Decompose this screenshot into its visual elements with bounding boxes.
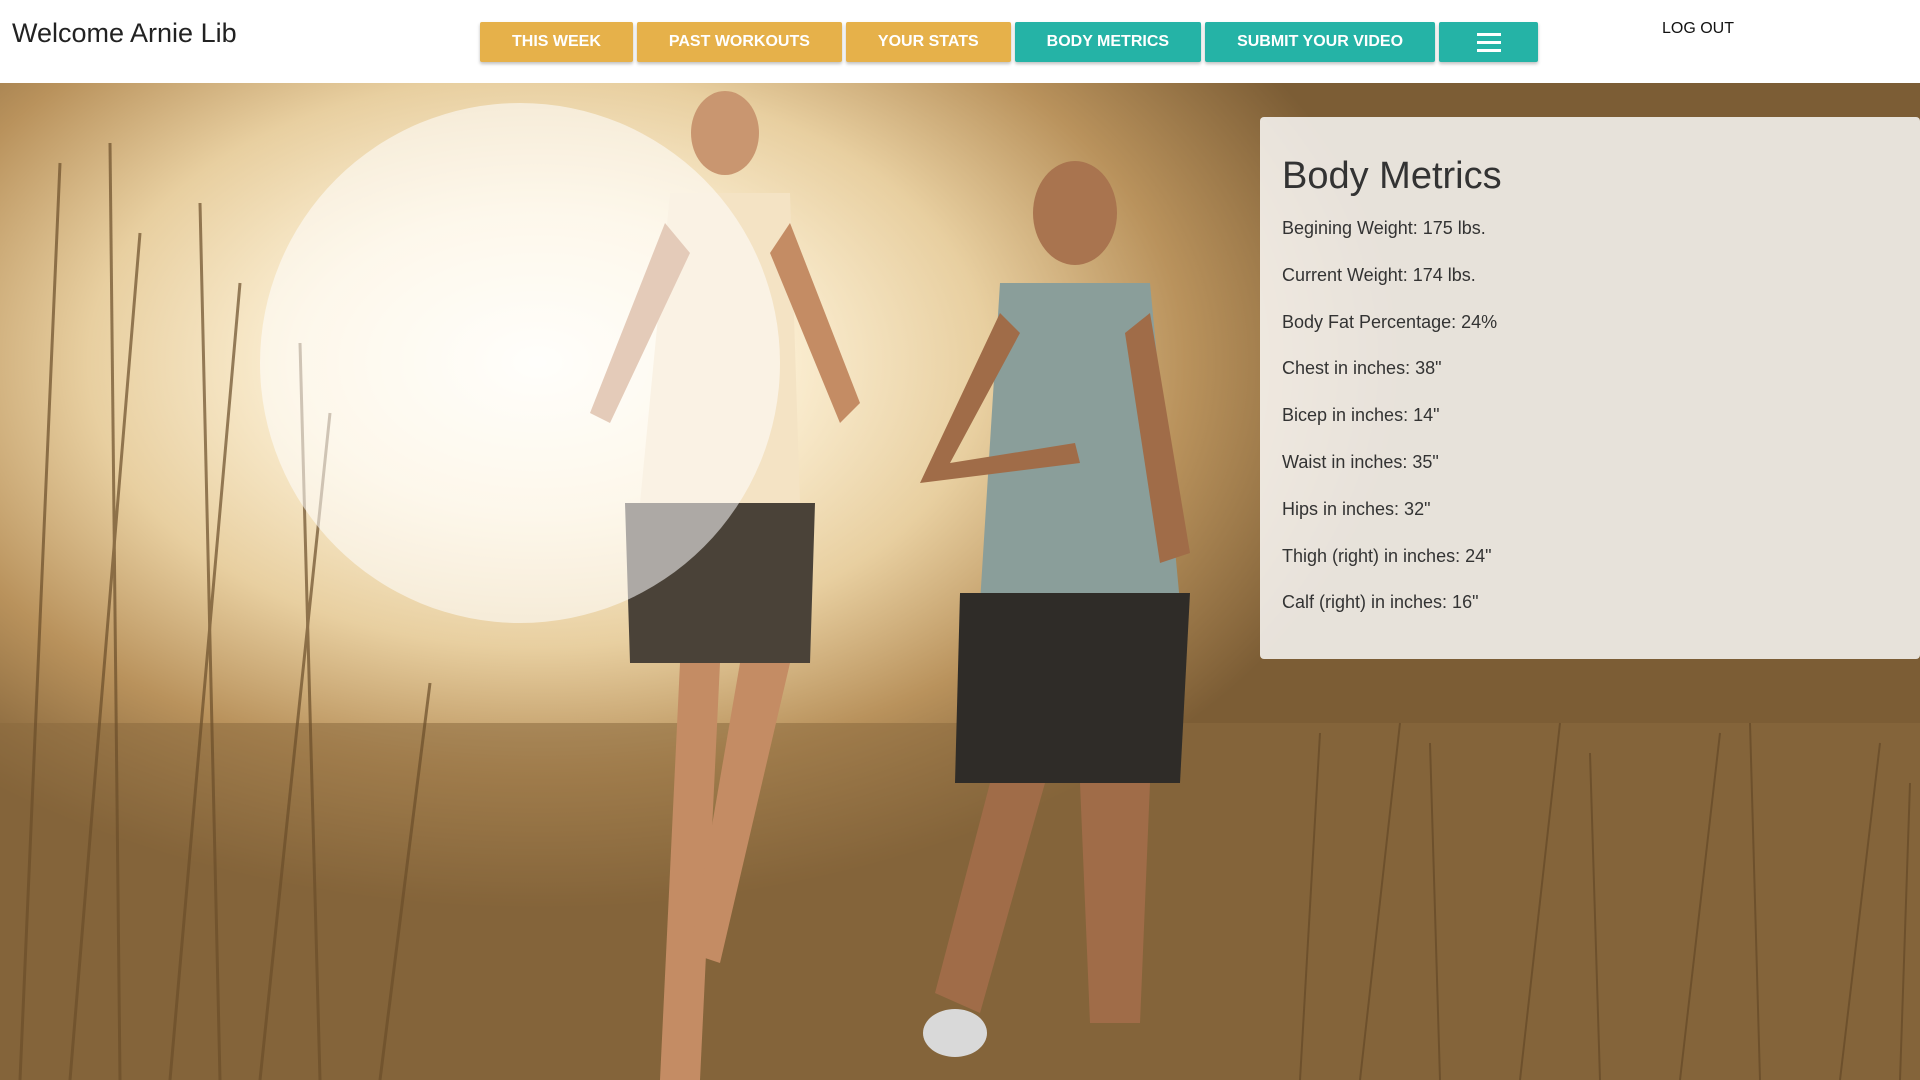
main-nav: THIS WEEK PAST WORKOUTS YOUR STATS BODY … xyxy=(480,22,1539,62)
nav-this-week-button[interactable]: THIS WEEK xyxy=(480,22,633,62)
nav-your-stats-button[interactable]: YOUR STATS xyxy=(845,22,1011,62)
metrics-title: Body Metrics xyxy=(1282,155,1502,197)
metric-thigh: Thigh (right) in inches: 24" xyxy=(1282,545,1492,566)
metric-bicep: Bicep in inches: 14" xyxy=(1282,405,1440,426)
nav-submit-video-button[interactable]: SUBMIT YOUR VIDEO xyxy=(1205,22,1436,62)
nav-past-workouts-button[interactable]: PAST WORKOUTS xyxy=(636,22,842,62)
metric-body-fat: Body Fat Percentage: 24% xyxy=(1282,311,1498,332)
nav-body-metrics-button[interactable]: BODY METRICS xyxy=(1014,22,1202,62)
metric-current-weight: Current Weight: 174 lbs. xyxy=(1282,264,1476,285)
menu-button[interactable] xyxy=(1439,22,1539,62)
metric-calf: Calf (right) in inches: 16" xyxy=(1282,592,1479,613)
metric-chest: Chest in inches: 38" xyxy=(1282,358,1442,379)
sun-glow xyxy=(260,103,780,623)
logout-link[interactable]: LOG OUT xyxy=(1662,20,1734,38)
metric-hips: Hips in inches: 32" xyxy=(1282,498,1431,519)
top-bar: Welcome Arnie Lib THIS WEEK PAST WORKOUT… xyxy=(0,0,1920,83)
body-metrics-panel: Body Metrics Begining Weight: 175 lbs. C… xyxy=(1260,117,1920,659)
metric-waist: Waist in inches: 35" xyxy=(1282,451,1439,472)
welcome-text: Welcome Arnie Lib xyxy=(12,18,237,48)
hamburger-icon xyxy=(1476,32,1501,52)
metric-beginning-weight: Begining Weight: 175 lbs. xyxy=(1282,218,1486,238)
